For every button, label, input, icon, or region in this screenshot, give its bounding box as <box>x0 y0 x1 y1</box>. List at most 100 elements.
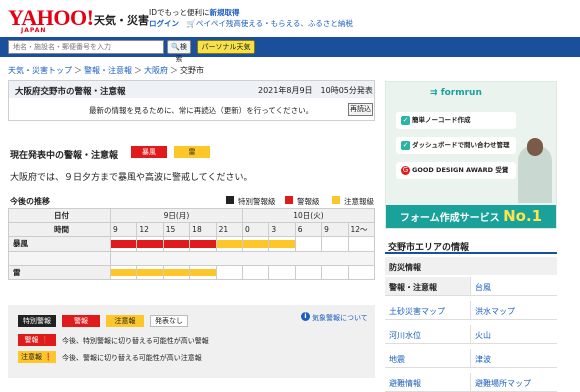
legend-special: 特別警報級 <box>238 197 276 206</box>
timeline-cell <box>347 264 376 281</box>
jma-link[interactable]: 気象警報について <box>312 313 368 323</box>
area-link[interactable]: 洪水マップ <box>471 301 557 320</box>
expl-tag-advisory: 注意報 ❗ <box>18 351 56 363</box>
row-label-storm: 暴風 <box>8 236 111 252</box>
breadcrumb-warnings[interactable]: 警報・注意報 <box>84 66 132 75</box>
search-button[interactable]: 🔍検索 <box>167 40 191 63</box>
yahoo-logo[interactable]: YAHOO! <box>8 7 94 29</box>
issued-time: 2021年8月9日 10時05分発表 <box>258 86 373 95</box>
timeline-cell <box>294 264 323 281</box>
search-input[interactable] <box>8 40 164 54</box>
legend-advisory: 注意報級 <box>344 197 374 206</box>
award-icon: G <box>401 166 410 175</box>
timeline-cell <box>321 236 349 252</box>
page-title: 大阪府交野市の警報・注意報 <box>15 87 126 97</box>
pill-advisory: 注意報 <box>106 315 144 327</box>
time-cell: 21 <box>215 222 243 238</box>
area-link[interactable]: 津波 <box>471 349 557 368</box>
ad-brand-logo: ⇉ formrun <box>430 88 482 98</box>
area-link[interactable]: 台風 <box>471 277 557 296</box>
row-label-thunder: 雷 <box>8 264 111 281</box>
date-day2: 10日(火) <box>241 207 376 224</box>
time-cell: 12〜 <box>347 222 376 238</box>
pill-special: 特別警報 <box>18 315 56 327</box>
refresh-button[interactable]: 再読込 <box>348 103 373 116</box>
timeline-cell <box>189 236 217 252</box>
area-link[interactable]: 避難場所マップ <box>471 373 557 392</box>
level-bar <box>111 240 137 248</box>
expl-warning-text: 今後、特別警報に切り替える可能性が高い警報 <box>62 337 209 345</box>
login-link[interactable]: ログイン <box>149 19 179 28</box>
breadcrumb-top[interactable]: 天気・災害トップ <box>8 66 72 75</box>
exclaim-icon: ❗ <box>44 353 53 361</box>
area-link[interactable]: 土砂災害マップ <box>385 301 471 320</box>
date-day1: 9日(月) <box>110 207 243 224</box>
timeline-cell <box>347 236 376 252</box>
expl-advisory-text: 今後、警報に切り替える可能性が高い注意報 <box>62 354 202 362</box>
timeline-cell <box>241 264 270 281</box>
level-bar <box>111 268 137 276</box>
area-link[interactable]: 警報・注意報 <box>385 277 471 296</box>
time-cell: 18 <box>189 222 217 238</box>
check-icon: ✓ <box>401 116 410 125</box>
date-header: 日付 <box>8 207 111 224</box>
timeline-cell <box>109 264 138 281</box>
timeline-cell <box>189 264 217 281</box>
legend-advisory-swatch <box>332 196 340 204</box>
paypay-promo-link[interactable]: ペイペイ残高使える・もらえる、ふるさと納税 <box>196 19 353 28</box>
timeline-cell <box>162 236 191 252</box>
formrun-icon: ⇉ <box>430 88 438 98</box>
level-bar <box>163 240 190 248</box>
pill-none: 発表なし <box>150 315 188 327</box>
ad-banner-footer: フォーム作成サービス No.1 <box>386 205 556 228</box>
trend-label: 今後の推移 <box>10 197 50 206</box>
time-cell: 6 <box>294 222 323 238</box>
pill-warning: 警報 <box>62 315 100 327</box>
search-icon: 🔍 <box>171 43 180 51</box>
area-link[interactable]: 火山 <box>471 325 557 344</box>
level-bar <box>190 240 216 248</box>
area-link[interactable]: 地震 <box>385 349 471 368</box>
timeline-cell <box>136 236 164 252</box>
level-bar <box>216 240 242 248</box>
warning-description: 大阪府では、９日夕方まで暴風や高波に警戒してください。 <box>10 173 253 183</box>
exclaim-icon: ❗ <box>40 336 50 344</box>
time-cell: 0 <box>241 222 270 238</box>
time-cell: 3 <box>268 222 296 238</box>
id-promo-text: IDでもっと便利に <box>149 8 210 17</box>
level-bar <box>242 240 269 248</box>
current-warnings-label: 現在発表中の警報・注意報 <box>10 151 119 161</box>
timeline-cell <box>321 264 349 281</box>
timeline-cell <box>294 236 323 252</box>
timeline-cell <box>109 236 138 252</box>
ad-feature-1: 簡単ノーコード作成 <box>396 112 516 129</box>
badge-thunder-advisory: 雷 <box>174 146 210 158</box>
legend-warning-swatch <box>285 196 293 204</box>
time-cell: 9 <box>109 222 138 238</box>
ad-feature-2: ダッシュボードで問い合わせ管理 <box>396 137 516 154</box>
breadcrumb-current: 交野市 <box>180 66 204 75</box>
info-icon: i <box>301 312 310 321</box>
level-bar <box>137 240 163 248</box>
breadcrumb-osaka[interactable]: 大阪府 <box>144 66 168 75</box>
personal-weather-button[interactable]: パーソナル天気 <box>197 40 255 54</box>
trend-timeline: 日付 9日(月) 10日(火) 時間 9 12 15 18 21 0 3 6 9 12〜 暴風 雷 <box>8 207 376 281</box>
time-header: 時間 <box>8 222 111 238</box>
level-bar <box>163 268 190 276</box>
legend-warning: 警報級 <box>297 197 320 206</box>
level-bar <box>269 240 295 248</box>
timeline-cell <box>215 264 243 281</box>
ad-person-head <box>527 138 543 156</box>
timeline-cell <box>268 264 296 281</box>
area-title: 交野市エリアの情報 <box>388 243 470 253</box>
timeline-cell <box>215 236 243 252</box>
id-register-link[interactable]: 新規取得 <box>210 8 240 17</box>
level-bar <box>137 268 163 276</box>
timeline-cell <box>241 236 270 252</box>
disaster-info-heading: 防災情報 <box>385 257 557 275</box>
cart-icon: 🛒 <box>186 19 196 28</box>
area-link[interactable]: 河川水位 <box>385 325 471 344</box>
app-title[interactable]: 天気・災害 <box>94 12 149 28</box>
area-link[interactable]: 避難情報 <box>385 373 471 392</box>
timeline-cell <box>136 264 164 281</box>
